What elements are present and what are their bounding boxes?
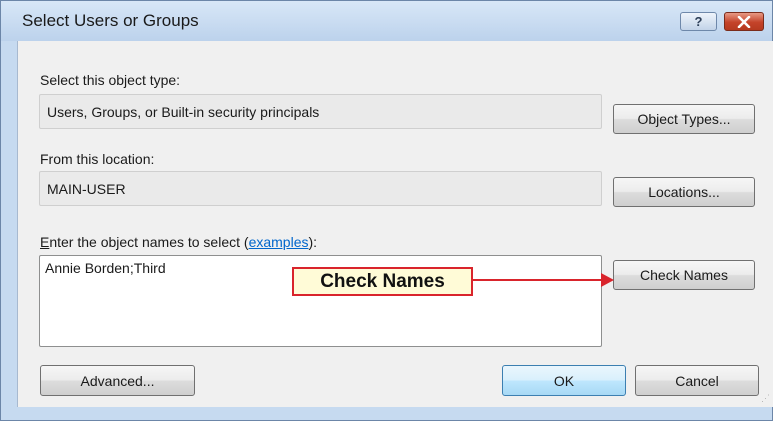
location-field: MAIN-USER	[39, 171, 602, 206]
locations-button[interactable]: Locations...	[613, 177, 755, 207]
resize-grip-icon[interactable]: ⋰	[761, 393, 771, 403]
examples-link[interactable]: examples	[249, 234, 309, 250]
object-type-field: Users, Groups, or Built-in security prin…	[39, 94, 602, 129]
object-names-label-text: nter the object names to select (	[49, 234, 249, 250]
close-icon	[737, 15, 751, 28]
callout-arrow-head	[601, 273, 614, 287]
select-users-dialog: Select Users or Groups ? Select this obj…	[0, 0, 773, 421]
help-icon: ?	[694, 14, 703, 29]
advanced-button[interactable]: Advanced...	[40, 365, 195, 396]
location-label: From this location:	[40, 151, 155, 167]
close-button[interactable]	[724, 12, 764, 31]
check-names-callout: Check Names	[292, 267, 473, 296]
title-bar[interactable]: Select Users or Groups ?	[1, 1, 772, 41]
check-names-button[interactable]: Check Names	[613, 260, 755, 290]
dialog-body: Select this object type: Users, Groups, …	[17, 41, 773, 407]
callout-arrow-line	[473, 279, 603, 281]
object-names-value: Annie Borden;Third	[45, 260, 166, 276]
object-type-value: Users, Groups, or Built-in security prin…	[47, 104, 320, 120]
cancel-button[interactable]: Cancel	[635, 365, 759, 396]
object-names-label-end: ):	[308, 234, 318, 250]
object-names-label: Enter the object names to select (exampl…	[40, 234, 317, 250]
location-value: MAIN-USER	[47, 181, 126, 197]
object-types-button[interactable]: Object Types...	[613, 104, 755, 134]
object-type-label: Select this object type:	[40, 72, 181, 88]
ok-button[interactable]: OK	[502, 365, 626, 396]
accesskey-letter: E	[40, 234, 50, 250]
help-button[interactable]: ?	[680, 12, 717, 31]
dialog-title: Select Users or Groups	[22, 11, 199, 30]
